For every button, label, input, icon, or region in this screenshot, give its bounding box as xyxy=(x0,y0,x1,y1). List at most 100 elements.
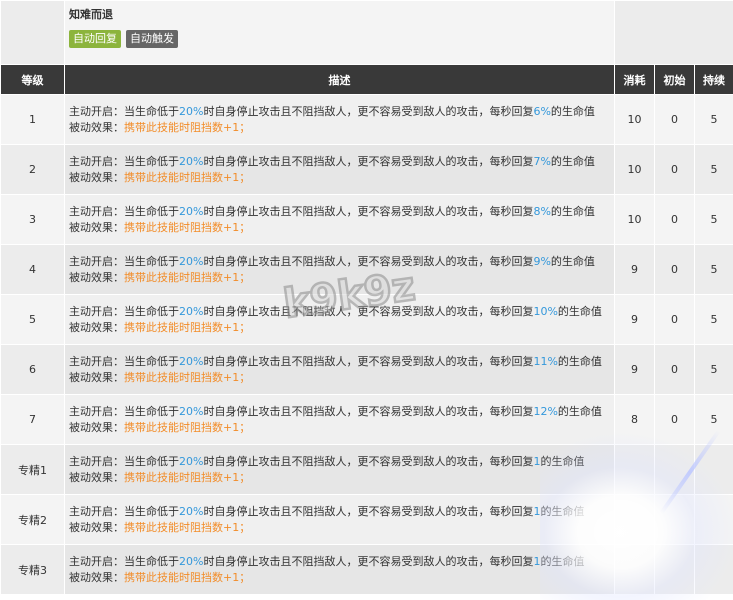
passive-prefix: 被动效果： xyxy=(69,371,124,384)
active-effect-line: 主动开启：当生命低于20%时自身停止攻击且不阻挡敌人，更不容易受到敌人的攻击，每… xyxy=(69,204,610,220)
duration-cell: 5 xyxy=(695,195,733,245)
description-cell: 主动开启：当生命低于20%时自身停止攻击且不阻挡敌人，更不容易受到敌人的攻击，每… xyxy=(65,345,615,395)
hp-threshold: 20% xyxy=(179,155,203,168)
active-effect-line: 主动开启：当生命低于20%时自身停止攻击且不阻挡敌人，更不容易受到敌人的攻击，每… xyxy=(69,354,610,370)
passive-prefix: 被动效果： xyxy=(69,121,124,134)
active-suffix: 的生命值 xyxy=(558,355,602,368)
table-row: 1主动开启：当生命低于20%时自身停止攻击且不阻挡敌人，更不容易受到敌人的攻击，… xyxy=(1,95,733,145)
skill-header: 知难而退 自动回复 自动触发 xyxy=(65,1,615,65)
passive-prefix: 被动效果： xyxy=(69,221,124,234)
active-suffix: 的生命值 xyxy=(551,255,595,268)
passive-effect-line: 被动效果：携带此技能时阻挡数+1； xyxy=(69,470,610,486)
level-cell: 专精3 xyxy=(1,545,65,595)
passive-prefix: 被动效果： xyxy=(69,571,124,584)
hp-threshold: 20% xyxy=(179,205,203,218)
duration-cell: 5 xyxy=(695,145,733,195)
level-cell: 6 xyxy=(1,345,65,395)
initial-cell: 0 xyxy=(655,295,695,345)
top-right-cell xyxy=(615,1,733,65)
passive-effect-line: 被动效果：携带此技能时阻挡数+1； xyxy=(69,570,610,586)
col-header-description: 描述 xyxy=(65,65,615,95)
active-prefix: 主动开启：当生命低于 xyxy=(69,155,179,168)
active-middle: 时自身停止攻击且不阻挡敌人，更不容易受到敌人的攻击，每秒回复 xyxy=(203,255,533,268)
passive-prefix: 被动效果： xyxy=(69,421,124,434)
initial-cell: 0 xyxy=(655,145,695,195)
cost-cell: 10 xyxy=(615,145,655,195)
skill-name: 知难而退 xyxy=(69,7,610,25)
active-suffix: 的生命值 xyxy=(540,455,584,468)
active-effect-line: 主动开启：当生命低于20%时自身停止攻击且不阻挡敌人，更不容易受到敌人的攻击，每… xyxy=(69,304,610,320)
active-suffix: 的生命值 xyxy=(558,405,602,418)
skill-table: 知难而退 自动回复 自动触发 等级 描述 消耗 初始 持续 1主动开启：当生命低… xyxy=(0,0,733,595)
description-cell: 主动开启：当生命低于20%时自身停止攻击且不阻挡敌人，更不容易受到敌人的攻击，每… xyxy=(65,545,615,595)
initial-cell: 0 xyxy=(655,345,695,395)
cost-cell: 9 xyxy=(615,345,655,395)
heal-percent: 6% xyxy=(533,105,550,118)
level-cell: 7 xyxy=(1,395,65,445)
cost-cell: 10 xyxy=(615,195,655,245)
heal-percent: 12% xyxy=(533,405,557,418)
active-middle: 时自身停止攻击且不阻挡敌人，更不容易受到敌人的攻击，每秒回复 xyxy=(203,155,533,168)
table-row: 专精2主动开启：当生命低于20%时自身停止攻击且不阻挡敌人，更不容易受到敌人的攻… xyxy=(1,495,733,545)
table-row: 5主动开启：当生命低于20%时自身停止攻击且不阻挡敌人，更不容易受到敌人的攻击，… xyxy=(1,295,733,345)
initial-cell: 0 xyxy=(655,195,695,245)
active-effect-line: 主动开启：当生命低于20%时自身停止攻击且不阻挡敌人，更不容易受到敌人的攻击，每… xyxy=(69,404,610,420)
passive-prefix: 被动效果： xyxy=(69,321,124,334)
duration-cell xyxy=(695,495,733,545)
heal-percent: 10% xyxy=(533,305,557,318)
table-row: 4主动开启：当生命低于20%时自身停止攻击且不阻挡敌人，更不容易受到敌人的攻击，… xyxy=(1,245,733,295)
active-middle: 时自身停止攻击且不阻挡敌人，更不容易受到敌人的攻击，每秒回复 xyxy=(203,405,533,418)
active-suffix: 的生命值 xyxy=(551,205,595,218)
passive-prefix: 被动效果： xyxy=(69,521,124,534)
duration-cell: 5 xyxy=(695,295,733,345)
duration-cell: 5 xyxy=(695,95,733,145)
table-row: 7主动开启：当生命低于20%时自身停止攻击且不阻挡敌人，更不容易受到敌人的攻击，… xyxy=(1,395,733,445)
active-effect-line: 主动开启：当生命低于20%时自身停止攻击且不阻挡敌人，更不容易受到敌人的攻击，每… xyxy=(69,504,610,520)
active-middle: 时自身停止攻击且不阻挡敌人，更不容易受到敌人的攻击，每秒回复 xyxy=(203,205,533,218)
level-cell: 2 xyxy=(1,145,65,195)
active-prefix: 主动开启：当生命低于 xyxy=(69,555,179,568)
cost-cell: 10 xyxy=(615,95,655,145)
initial-cell: 0 xyxy=(655,95,695,145)
heal-percent: 9% xyxy=(533,255,550,268)
active-prefix: 主动开启：当生命低于 xyxy=(69,455,179,468)
level-cell: 专精1 xyxy=(1,445,65,495)
table-row: 2 主动开启：当生命低于20%时自身停止攻击且不阻挡敌人，更不容易受到敌人的攻击，… xyxy=(1,145,733,195)
passive-effect: 携带此技能时阻挡数+1； xyxy=(124,171,250,184)
level-cell: 4 xyxy=(1,245,65,295)
active-effect-line: 主动开启：当生命低于20%时自身停止攻击且不阻挡敌人，更不容易受到敌人的攻击，每… xyxy=(69,104,610,120)
table-row: 专精3主动开启：当生命低于20%时自身停止攻击且不阻挡敌人，更不容易受到敌人的攻… xyxy=(1,545,733,595)
heal-percent: 7% xyxy=(533,155,550,168)
passive-effect-line: 被动效果：携带此技能时阻挡数+1； xyxy=(69,520,610,536)
passive-effect-line: 被动效果：携带此技能时阻挡数+1； xyxy=(69,270,610,286)
level-cell: 5 xyxy=(1,295,65,345)
description-cell: 主动开启：当生命低于20%时自身停止攻击且不阻挡敌人，更不容易受到敌人的攻击，每… xyxy=(65,445,615,495)
active-middle: 时自身停止攻击且不阻挡敌人，更不容易受到敌人的攻击，每秒回复 xyxy=(203,555,533,568)
level-cell: 专精2 xyxy=(1,495,65,545)
cost-cell xyxy=(615,545,655,595)
passive-effect: 携带此技能时阻挡数+1； xyxy=(124,321,250,334)
active-effect-line: 主动开启：当生命低于20%时自身停止攻击且不阻挡敌人，更不容易受到敌人的攻击，每… xyxy=(69,454,610,470)
hp-threshold: 20% xyxy=(179,455,203,468)
active-middle: 时自身停止攻击且不阻挡敌人，更不容易受到敌人的攻击，每秒回复 xyxy=(203,105,533,118)
hp-threshold: 20% xyxy=(179,505,203,518)
col-header-duration: 持续 xyxy=(695,65,733,95)
active-effect-line: 主动开启：当生命低于20%时自身停止攻击且不阻挡敌人，更不容易受到敌人的攻击，每… xyxy=(69,554,610,570)
description-cell: 主动开启：当生命低于20%时自身停止攻击且不阻挡敌人，更不容易受到敌人的攻击，每… xyxy=(65,395,615,445)
passive-effect: 携带此技能时阻挡数+1； xyxy=(124,571,250,584)
hp-threshold: 20% xyxy=(179,105,203,118)
description-cell: 主动开启：当生命低于20%时自身停止攻击且不阻挡敌人，更不容易受到敌人的攻击，每… xyxy=(65,245,615,295)
active-suffix: 的生命值 xyxy=(540,505,584,518)
passive-effect: 携带此技能时阻挡数+1； xyxy=(124,521,250,534)
passive-effect: 携带此技能时阻挡数+1； xyxy=(124,221,250,234)
cost-cell xyxy=(615,495,655,545)
hp-threshold: 20% xyxy=(179,405,203,418)
cost-cell: 8 xyxy=(615,395,655,445)
tag-auto-trigger: 自动触发 xyxy=(126,30,178,48)
passive-effect-line: 被动效果：携带此技能时阻挡数+1； xyxy=(69,120,610,136)
active-effect-line: 主动开启：当生命低于20%时自身停止攻击且不阻挡敌人，更不容易受到敌人的攻击，每… xyxy=(69,254,610,270)
initial-cell xyxy=(655,495,695,545)
description-cell: 主动开启：当生命低于20%时自身停止攻击且不阻挡敌人，更不容易受到敌人的攻击，每… xyxy=(65,295,615,345)
col-header-level: 等级 xyxy=(1,65,65,95)
duration-cell xyxy=(695,545,733,595)
